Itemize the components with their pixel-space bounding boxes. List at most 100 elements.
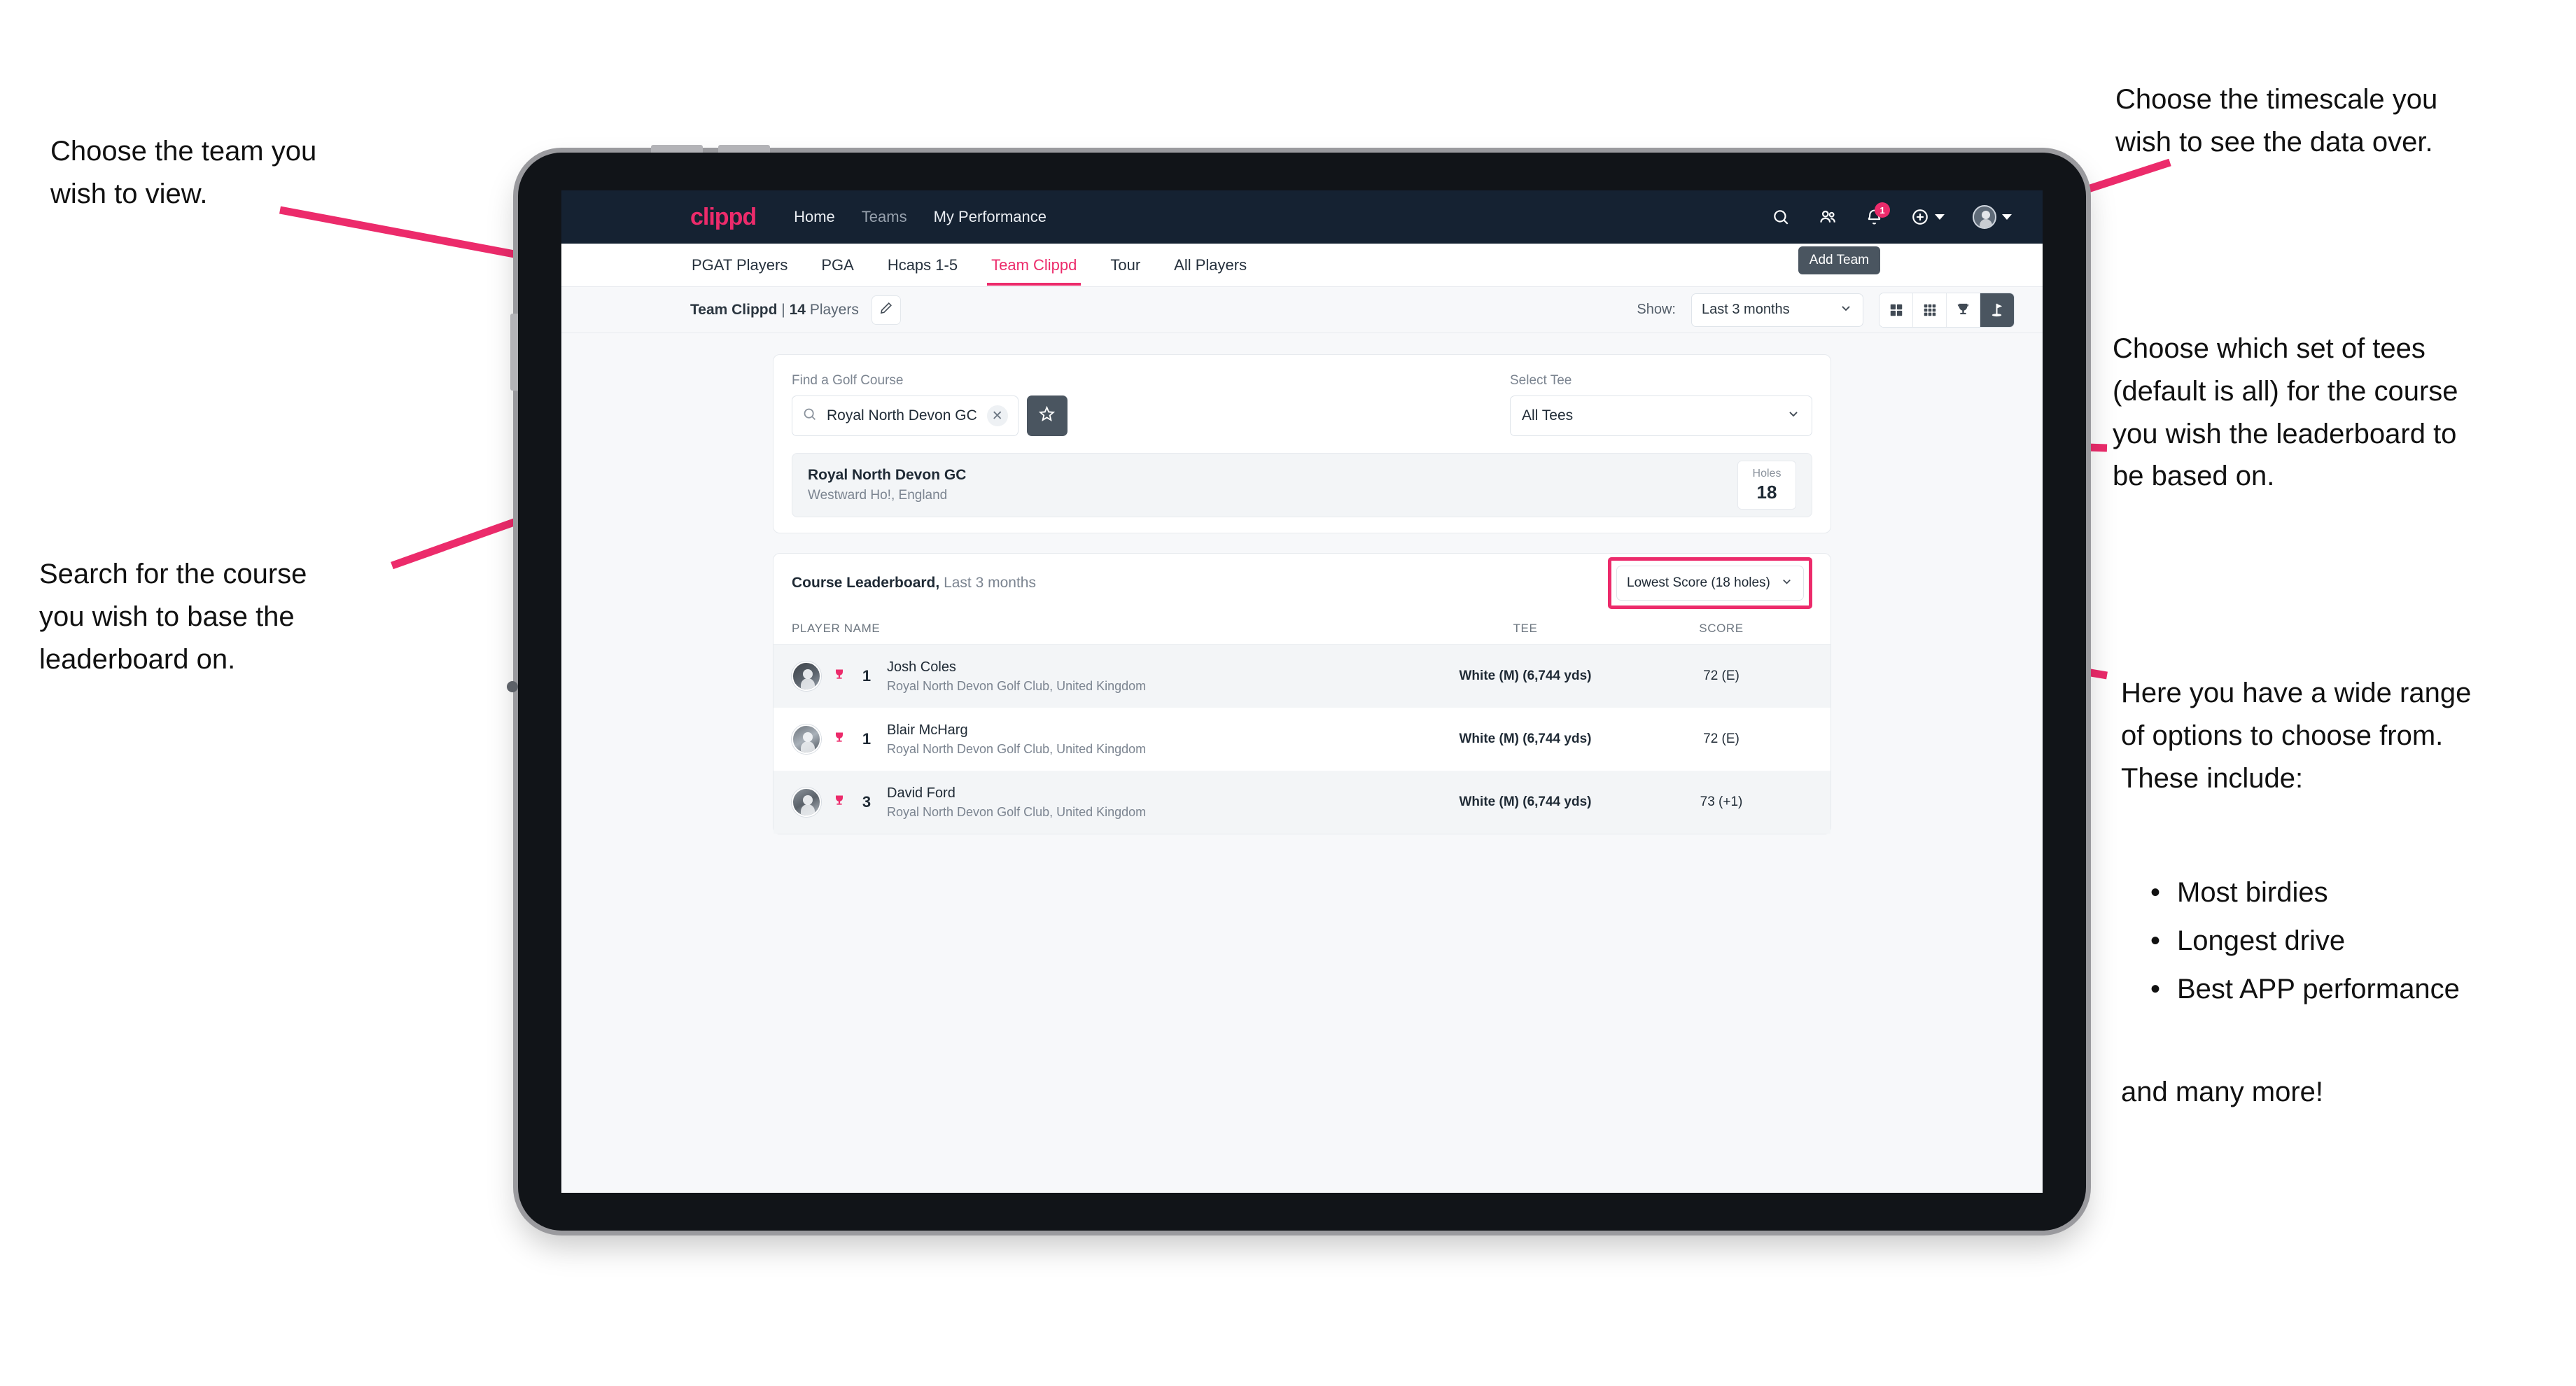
golf-flag-view-icon[interactable]: [1980, 293, 2014, 327]
edit-team-button[interactable]: [871, 295, 901, 325]
separator: |: [781, 301, 785, 318]
trophy-view-icon[interactable]: [1947, 293, 1980, 327]
chevron-down-icon[interactable]: [1935, 214, 1945, 220]
course-search-card: Find a Golf Course Royal North Devon GC …: [773, 354, 1831, 533]
favourite-course-button[interactable]: [1026, 396, 1068, 436]
chevron-down-icon: [1786, 407, 1800, 425]
tee-select-field: Select Tee All Tees: [1510, 373, 1812, 436]
team-summary: Team Clippd | 14 Players: [690, 302, 859, 318]
tab-hcaps-1-5[interactable]: Hcaps 1-5: [886, 245, 959, 286]
device-volume-button: [510, 314, 518, 391]
nav-link-home[interactable]: Home: [794, 208, 835, 226]
search-icon: [802, 407, 817, 425]
bullet-label: Best APP performance: [2177, 973, 2460, 1004]
nav-link-teams[interactable]: Teams: [862, 208, 907, 226]
app-navbar: clippd Home Teams My Performance 1: [561, 190, 2043, 244]
player-info: David Ford Royal North Devon Golf Club, …: [887, 785, 1146, 820]
annotation-closing: and many more!: [2121, 1077, 2324, 1107]
tab-team-clippd[interactable]: Team Clippd: [987, 245, 1082, 286]
player-info: Blair McHarg Royal North Devon Golf Club…: [887, 722, 1146, 757]
annotation-choose-team: Choose the team you wish to view.: [50, 136, 317, 209]
annotation-options-intro: Here you have a wide range of options to…: [2121, 678, 2472, 794]
column-player-name: PLAYER NAME: [792, 621, 881, 635]
close-icon[interactable]: ✕: [986, 405, 1008, 426]
nav-link-my-performance[interactable]: My Performance: [934, 208, 1046, 226]
tab-pgat-players[interactable]: PGAT Players: [690, 245, 789, 286]
player-score: 73 (+1): [1700, 794, 1743, 809]
team-tabs: PGAT Players PGA Hcaps 1-5 Team Clippd T…: [561, 244, 2043, 287]
annotation-search-course: Search for the course you wish to base t…: [39, 559, 307, 675]
player-club: Royal North Devon Golf Club, United King…: [887, 678, 1147, 693]
annotation-options-list: • Most birdies • Longest drive • Best APP p…: [2149, 872, 2576, 1016]
table-row[interactable]: 1 Josh Coles Royal North Devon Golf Club…: [774, 645, 1830, 708]
player-name: David Ford: [887, 785, 955, 801]
list-item: • Most birdies: [2149, 872, 2576, 914]
course-search-input[interactable]: Royal North Devon GC ✕: [792, 396, 1018, 436]
chevron-down-icon: [1780, 575, 1793, 592]
tee-select[interactable]: All Tees: [1510, 396, 1812, 436]
player-club: Royal North Devon Golf Club, United King…: [887, 804, 1147, 819]
player-count: 14: [789, 301, 806, 318]
player-score: 72 (E): [1703, 732, 1740, 746]
show-label: Show:: [1637, 302, 1676, 317]
avatar: [792, 662, 821, 691]
course-result-name: Royal North Devon GC: [808, 467, 967, 483]
trophy-icon: [832, 794, 846, 811]
players-word: Players: [809, 301, 859, 318]
course-search-field: Find a Golf Course Royal North Devon GC …: [792, 373, 1492, 436]
leaderboard-title-main: Course Leaderboard,: [792, 575, 940, 591]
player-tee: White (M) (6,744 yds): [1459, 732, 1592, 746]
player-tee: White (M) (6,744 yds): [1459, 668, 1592, 683]
notifications-bell-icon[interactable]: 1: [1865, 202, 1890, 226]
people-icon[interactable]: [1818, 208, 1837, 226]
table-row[interactable]: 3 David Ford Royal North Devon Golf Club…: [774, 771, 1830, 834]
leaderboard-header: Course Leaderboard, Last 3 months Lowest…: [774, 554, 1830, 612]
course-result-text: Royal North Devon GC Westward Ho!, Engla…: [808, 467, 966, 503]
team-name-label: Team Clippd: [690, 301, 778, 318]
clippd-logo[interactable]: clippd: [690, 204, 757, 231]
add-circle-icon[interactable]: [1911, 208, 1945, 226]
player-score: 72 (E): [1703, 668, 1740, 683]
avatar: [792, 724, 821, 754]
annotation-choose-tees: Choose which set of tees (default is all…: [2113, 333, 2458, 492]
trophy-icon: [832, 731, 846, 748]
trophy-icon: [832, 668, 846, 685]
subbar-controls: Show: Last 3 months: [1637, 292, 2015, 328]
chevron-down-icon[interactable]: [2002, 214, 2012, 220]
device-button-top-2: [718, 145, 770, 153]
player-info: Josh Coles Royal North Devon Golf Club, …: [887, 659, 1146, 694]
device-button-top-1: [651, 145, 703, 153]
tab-all-players[interactable]: All Players: [1172, 245, 1248, 286]
grid-9-view-icon[interactable]: [1913, 293, 1947, 327]
navbar-actions: 1: [1772, 202, 2017, 229]
search-row: Find a Golf Course Royal North Devon GC …: [792, 373, 1812, 436]
grid-4-view-icon[interactable]: [1879, 293, 1913, 327]
leaderboard-sort-highlight: Lowest Score (18 holes): [1608, 557, 1812, 609]
search-icon[interactable]: [1772, 208, 1790, 226]
player-rank: 1: [862, 730, 872, 748]
course-leaderboard-card: Course Leaderboard, Last 3 months Lowest…: [773, 553, 1831, 834]
course-result-row[interactable]: Royal North Devon GC Westward Ho!, Engla…: [792, 453, 1812, 517]
device-camera-dot: [507, 681, 518, 692]
tablet-device-frame: clippd Home Teams My Performance 1 PGAT …: [507, 145, 2086, 1231]
page-root: Choose the team you wish to view. Search…: [0, 0, 2576, 1386]
table-row[interactable]: 1 Blair McHarg Royal North Devon Golf Cl…: [774, 708, 1830, 771]
user-avatar-icon[interactable]: [1973, 205, 2012, 229]
annotation-choose-timescale: Choose the timescale you wish to see the…: [2115, 84, 2438, 158]
find-course-label: Find a Golf Course: [792, 373, 904, 388]
course-search-value: Royal North Devon GC: [827, 407, 977, 424]
tab-pga[interactable]: PGA: [820, 245, 855, 286]
column-score: SCORE: [1699, 621, 1744, 635]
list-item: • Best APP performance: [2149, 968, 2576, 1011]
select-tee-label: Select Tee: [1510, 373, 1572, 388]
list-item: • Longest drive: [2149, 920, 2576, 962]
timescale-select[interactable]: Last 3 months: [1691, 293, 1863, 327]
main-content: Find a Golf Course Royal North Devon GC …: [561, 333, 2043, 834]
bullet-label: Longest drive: [2177, 925, 2346, 956]
leaderboard-sort-select[interactable]: Lowest Score (18 holes): [1616, 566, 1804, 601]
course-result-location: Westward Ho!, England: [808, 488, 948, 503]
tee-select-value: All Tees: [1522, 407, 1574, 424]
star-icon: [1038, 405, 1056, 426]
player-name: Blair McHarg: [887, 722, 968, 738]
tab-tour[interactable]: Tour: [1109, 245, 1142, 286]
